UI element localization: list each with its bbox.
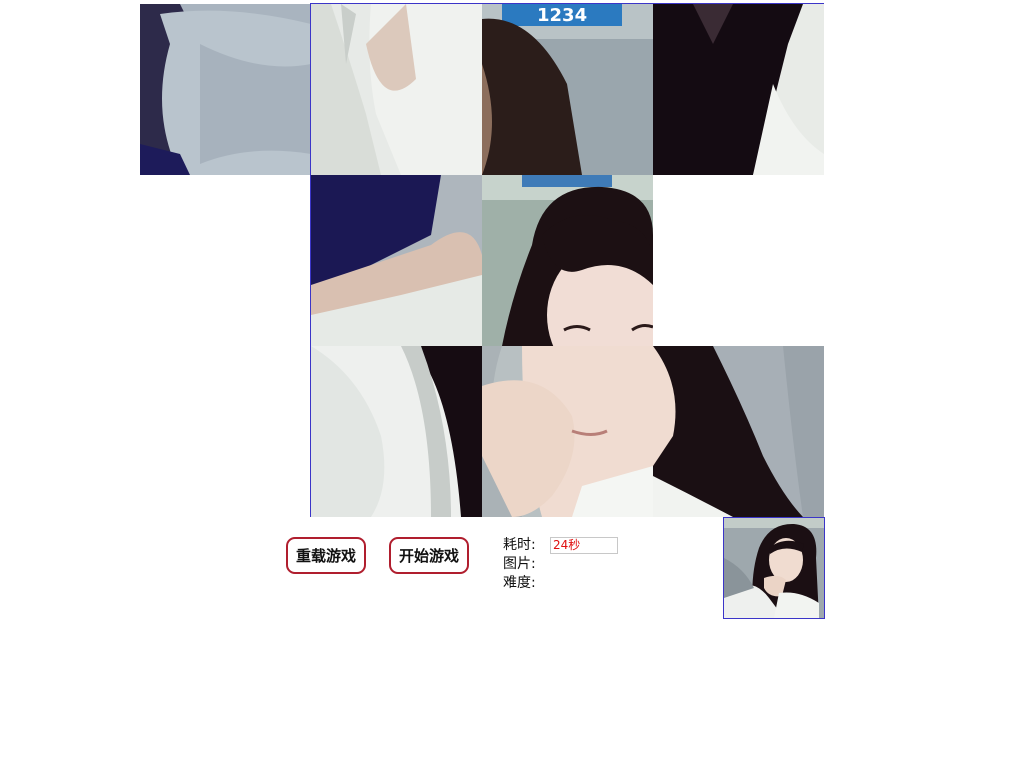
puzzle-tile[interactable]	[482, 346, 653, 517]
puzzle-tile-stray[interactable]	[140, 4, 311, 175]
puzzle-tile[interactable]	[653, 4, 824, 175]
tile-image	[311, 346, 482, 517]
difficulty-label: 难度:	[503, 575, 536, 591]
puzzle-tile[interactable]	[482, 175, 653, 346]
tile-image	[311, 4, 482, 175]
start-game-button[interactable]: 开始游戏	[389, 537, 469, 574]
tile-image	[140, 4, 311, 175]
puzzle-tile[interactable]	[653, 346, 824, 517]
puzzle-tile[interactable]	[311, 4, 482, 175]
puzzle-tile[interactable]: 1234	[482, 4, 653, 175]
game-info: 耗时: 图片: 难度:	[503, 536, 536, 593]
tile-image	[653, 346, 824, 517]
svg-text:1234: 1234	[537, 5, 587, 26]
reference-thumbnail	[723, 517, 825, 619]
puzzle-tile[interactable]	[311, 175, 482, 346]
puzzle-tile[interactable]	[311, 346, 482, 517]
tile-image	[653, 4, 824, 175]
tile-image	[482, 346, 653, 517]
image-label: 图片:	[503, 556, 536, 572]
time-label: 耗时:	[503, 537, 536, 553]
reload-game-button[interactable]: 重载游戏	[286, 537, 366, 574]
tile-image: 1234	[482, 4, 653, 175]
tile-image	[311, 175, 482, 346]
puzzle-board: 1234	[310, 3, 824, 517]
time-display: 24秒	[550, 537, 618, 554]
tile-image	[482, 175, 653, 346]
thumbnail-image	[724, 518, 824, 618]
puzzle-tile-empty[interactable]	[653, 175, 824, 346]
